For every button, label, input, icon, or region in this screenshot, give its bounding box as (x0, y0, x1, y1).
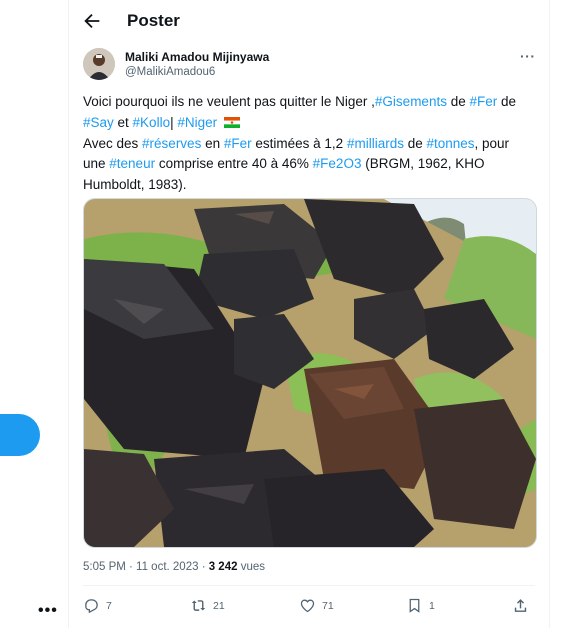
hashtag-fer[interactable]: #Fer (469, 94, 497, 109)
repost-button[interactable]: 21 (190, 597, 225, 614)
reply-count: 7 (106, 599, 112, 612)
author-name[interactable]: Maliki Amadou Mijinyawa (125, 50, 269, 64)
hashtag-fe2o3[interactable]: #Fe2O3 (313, 156, 362, 171)
views-label: vues (237, 561, 265, 573)
share-button[interactable] (512, 597, 529, 614)
tweet-text-segment: Avec des (83, 135, 143, 151)
hashtag-teneur[interactable]: #teneur (109, 156, 155, 171)
tweet-line-4: une #teneur comprise entre 40 à 46% #Fe2… (83, 154, 533, 175)
niger-flag-icon (223, 116, 240, 128)
views-count: 3 242 (208, 561, 238, 573)
tweet-line-1: Voici pourquoi ils ne veulent pas quitte… (83, 92, 533, 113)
tweet-text-segment: de (403, 135, 427, 151)
post-button[interactable] (0, 414, 40, 456)
tweet-timestamp[interactable]: 5:05 PM · 11 oct. 2023 · (83, 561, 209, 573)
tweet-text-segment: estimées à 1,2 (251, 135, 347, 151)
like-count: 71 (322, 599, 334, 612)
page-title: Poster (127, 11, 180, 30)
tweet-line-3: Avec des #réserves en #Fer estimées à 1,… (83, 134, 533, 155)
more-options-icon[interactable]: ··· (520, 48, 536, 64)
repost-count: 21 (213, 599, 225, 612)
tweet-meta: 5:05 PM · 11 oct. 2023 · 3 242 vues (83, 561, 265, 573)
tweet-text: Voici pourquoi ils ne veulent pas quitte… (83, 92, 533, 196)
tweet-text-segment: une (83, 156, 110, 172)
author-handle[interactable]: @MalikiAmadou6 (125, 66, 215, 78)
repost-icon (191, 600, 206, 611)
bookmark-icon (409, 598, 420, 613)
hashtag-say[interactable]: #Say (83, 115, 114, 130)
share-icon (514, 599, 527, 612)
reply-icon (85, 599, 98, 614)
hashtag-reserves[interactable]: #réserves (142, 136, 201, 151)
page-header: Poster (69, 0, 549, 42)
tweet-text-segment: Voici pourquoi ils ne veulent pas quitte… (83, 94, 375, 109)
hashtag-milliards[interactable]: #milliards (347, 136, 404, 151)
tweet-line-2: #Say et #Kollo| #Niger (83, 113, 533, 134)
hashtag-niger[interactable]: #Niger (177, 115, 217, 130)
tweet-line-5: Humboldt, 1983). (83, 177, 187, 193)
back-button[interactable] (81, 10, 103, 32)
bookmark-button[interactable]: 1 (406, 597, 435, 614)
tweet-photo[interactable] (83, 198, 537, 548)
hashtag-gisements[interactable]: #Gisements (375, 94, 447, 109)
tweet-text-segment: , pour (474, 135, 510, 151)
tweet-text-segment: (BRGM, 1962, KHO (361, 156, 485, 172)
tweet-text-segment: et (113, 114, 133, 130)
tweet-text-segment: de (497, 94, 517, 109)
avatar[interactable] (83, 48, 115, 80)
arrow-left-icon (84, 13, 100, 29)
hashtag-kollo[interactable]: #Kollo (133, 115, 171, 130)
hashtag-tonnes[interactable]: #tonnes (426, 136, 474, 151)
bookmark-count: 1 (429, 599, 435, 612)
reply-button[interactable]: 7 (83, 597, 112, 614)
more-menu-icon[interactable]: ••• (38, 602, 58, 620)
like-button[interactable]: 71 (299, 597, 334, 614)
hashtag-fer-2[interactable]: #Fer (224, 136, 252, 151)
tweet-text-segment: comprise entre 40 à 46% (155, 156, 313, 172)
tweet-text-segment: en (201, 135, 224, 151)
heart-icon (300, 599, 315, 613)
divider (83, 585, 535, 586)
action-bar: 7 21 71 1 (83, 597, 535, 619)
tweet-text-segment: de (446, 94, 470, 109)
left-sidebar: ••• (0, 0, 68, 628)
main-column: Poster Maliki Amadou Mijinyawa @MalikiAm… (68, 0, 550, 628)
